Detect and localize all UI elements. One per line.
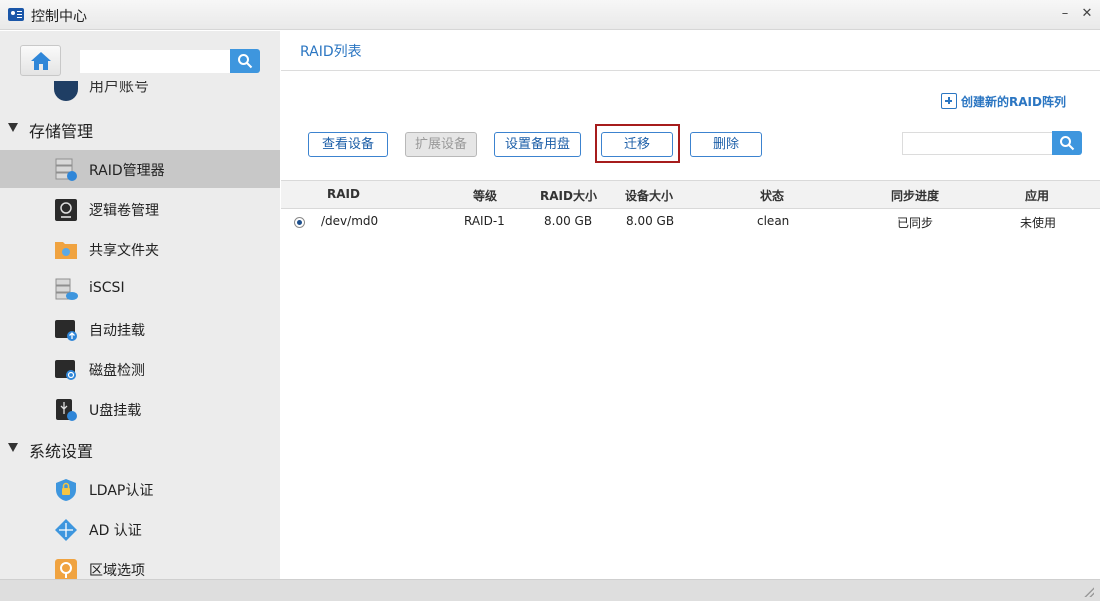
section-title: 系统设置 bbox=[29, 442, 94, 461]
raid-manager-icon bbox=[55, 158, 77, 181]
auto-mount-icon bbox=[55, 320, 77, 341]
section-system-settings[interactable]: 系统设置 bbox=[0, 435, 280, 465]
usb-mount-icon bbox=[56, 399, 77, 421]
cell-usage: 未使用 bbox=[1020, 216, 1057, 230]
cell-sync-progress: 已同步 bbox=[897, 216, 934, 230]
sidebar-item-label: RAID管理器 bbox=[89, 163, 165, 179]
sidebar-item-usb-mount[interactable]: U盘挂载 bbox=[0, 390, 280, 428]
minimize-icon[interactable]: – bbox=[1056, 5, 1074, 23]
row-select-radio[interactable] bbox=[294, 217, 305, 228]
sidebar-item-disk-check[interactable]: 磁盘检测 bbox=[0, 350, 280, 388]
sidebar-item-shared-folder[interactable]: 共享文件夹 bbox=[0, 230, 280, 268]
column-header-sync-progress[interactable]: 同步进度 bbox=[891, 187, 939, 204]
column-header-raid-size[interactable]: RAID大小 bbox=[540, 187, 597, 204]
region-location-icon bbox=[55, 559, 77, 579]
window-title: 控制中心 bbox=[31, 9, 87, 25]
home-button[interactable] bbox=[20, 45, 61, 76]
home-icon bbox=[31, 52, 51, 70]
column-header-level[interactable]: 等级 bbox=[473, 187, 497, 204]
sidebar-item-label: 磁盘检测 bbox=[89, 363, 145, 379]
migrate-button[interactable]: 迁移 bbox=[601, 132, 673, 157]
sidebar-item-ad[interactable]: AD 认证 bbox=[0, 510, 280, 548]
collapse-arrow-icon bbox=[8, 443, 18, 452]
table-header: RAID 等级 RAID大小 设备大小 状态 同步进度 应用 bbox=[281, 180, 1100, 209]
ldap-shield-icon bbox=[56, 479, 76, 501]
section-storage-management[interactable]: 存储管理 bbox=[0, 115, 280, 145]
sidebar-item-label: 自动挂载 bbox=[89, 323, 145, 339]
collapse-arrow-icon bbox=[8, 123, 18, 132]
sidebar-item-raid-manager[interactable]: RAID管理器 bbox=[0, 150, 280, 188]
column-header-status[interactable]: 状态 bbox=[760, 187, 784, 204]
expand-device-button[interactable]: 扩展设备 bbox=[405, 132, 477, 157]
control-center-icon bbox=[8, 8, 24, 21]
page-title: RAID列表 bbox=[300, 44, 362, 60]
close-icon[interactable]: ✕ bbox=[1078, 5, 1096, 23]
set-spare-disk-button[interactable]: 设置备用盘 bbox=[494, 132, 581, 157]
sidebar-item-region[interactable]: 区域选项 bbox=[0, 550, 280, 579]
add-icon bbox=[941, 93, 957, 109]
column-header-device-size[interactable]: 设备大小 bbox=[625, 187, 673, 204]
sidebar-item-ldap[interactable]: LDAP认证 bbox=[0, 470, 280, 508]
sidebar-item-label: 共享文件夹 bbox=[89, 243, 159, 259]
sidebar-item-lvm[interactable]: 逻辑卷管理 bbox=[0, 190, 280, 228]
view-device-button[interactable]: 查看设备 bbox=[308, 132, 388, 157]
sidebar-item-label: iSCSI bbox=[89, 280, 125, 296]
sidebar-item-iscsi[interactable]: iSCSI bbox=[0, 270, 280, 308]
raid-search-input[interactable] bbox=[902, 132, 1052, 155]
sidebar-item-label: AD 认证 bbox=[89, 523, 142, 539]
search-icon bbox=[1060, 136, 1075, 151]
delete-button[interactable]: 删除 bbox=[690, 132, 762, 157]
sidebar-search-input[interactable] bbox=[80, 50, 230, 73]
cell-status: clean bbox=[757, 214, 790, 228]
ad-network-icon bbox=[55, 519, 77, 541]
panel-header: RAID列表 bbox=[281, 31, 1100, 71]
sidebar-item-label: 用户账号 bbox=[89, 77, 150, 95]
sidebar-item-label: LDAP认证 bbox=[89, 483, 154, 499]
sidebar-item-label: U盘挂载 bbox=[89, 403, 142, 419]
sidebar: 用户账号 存储管理 RAID管理器 逻辑卷管理 共享文件夹 iSCSI 自动挂载… bbox=[0, 31, 280, 579]
column-header-raid[interactable]: RAID bbox=[327, 187, 360, 201]
sidebar-item-label: 区域选项 bbox=[89, 563, 145, 579]
title-bar: 控制中心 – ✕ bbox=[0, 0, 1100, 30]
cell-raid-size: 8.00 GB bbox=[544, 214, 593, 228]
sidebar-item-auto-mount[interactable]: 自动挂载 bbox=[0, 310, 280, 348]
table-row[interactable]: /dev/md0 RAID-1 8.00 GB 8.00 GB clean 已同… bbox=[281, 209, 1100, 235]
iscsi-icon bbox=[55, 278, 78, 300]
search-icon bbox=[238, 54, 253, 69]
create-raid-label: 创建新的RAID阵列 bbox=[961, 95, 1066, 109]
sidebar-item-label: 逻辑卷管理 bbox=[89, 203, 159, 219]
cell-level: RAID-1 bbox=[464, 214, 505, 228]
raid-search-button[interactable] bbox=[1052, 131, 1082, 155]
cell-device-size: 8.00 GB bbox=[626, 214, 675, 228]
status-bar bbox=[0, 579, 1100, 601]
lvm-icon bbox=[55, 199, 77, 221]
disk-check-icon bbox=[55, 360, 76, 380]
section-title: 存储管理 bbox=[29, 122, 94, 141]
shared-folder-icon bbox=[55, 242, 77, 259]
cell-raid: /dev/md0 bbox=[321, 214, 379, 228]
column-header-usage[interactable]: 应用 bbox=[1025, 187, 1049, 204]
raid-table: RAID 等级 RAID大小 设备大小 状态 同步进度 应用 /dev/md0 … bbox=[281, 180, 1100, 235]
user-account-icon bbox=[54, 81, 78, 101]
main-panel: RAID列表 创建新的RAID阵列 查看设备 扩展设备 设置备用盘 迁移 删除 … bbox=[281, 31, 1100, 579]
sidebar-search-button[interactable] bbox=[230, 49, 260, 73]
resize-grip-icon[interactable] bbox=[1084, 587, 1094, 597]
